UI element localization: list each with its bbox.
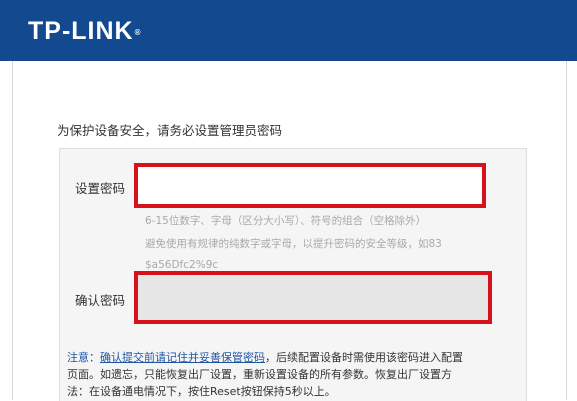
note-line-3: 法：在设备通电情况下，按住Reset按钮保持5秒以上。 [67, 385, 336, 398]
note-line-1: 注意：确认提交前请记住并妥善保管密码，后续配置设备时需使用该密码进入配置 [67, 349, 463, 365]
password-hint-line-1: 6-15位数字、字母（区分大小写）、符号的组合（空格除外） [145, 215, 427, 227]
password-hint-line-3: $a56Dfc2%9c [145, 259, 219, 271]
header-bar: TP-LINK® [0, 0, 577, 61]
password-label: 设置密码 [75, 181, 126, 196]
trademark-symbol: ® [134, 28, 142, 37]
brand-name: TP-LINK [28, 17, 134, 45]
confirm-password-label: 确认密码 [75, 293, 126, 308]
confirm-password-input[interactable] [134, 271, 492, 324]
password-input[interactable] [134, 163, 486, 208]
keep-password-link[interactable]: 确认提交前请记住并妥善保管密码 [100, 351, 265, 364]
note-prefix: 注意： [67, 351, 100, 364]
page-prompt: 为保护设备安全，请务必设置管理员密码 [57, 123, 283, 138]
note-line-2: 页面。如遗忘，只能恢复出厂设置，重新设置设备的所有参数。恢复出厂设置方 [67, 368, 452, 381]
tp-link-logo: TP-LINK® [28, 17, 142, 45]
password-hint-line-2: 避免使用有规律的纯数字或字母，以提升密码的安全等级，如83 [145, 238, 442, 250]
note-line-1-text: ，后续配置设备时需使用该密码进入配置 [265, 351, 463, 364]
